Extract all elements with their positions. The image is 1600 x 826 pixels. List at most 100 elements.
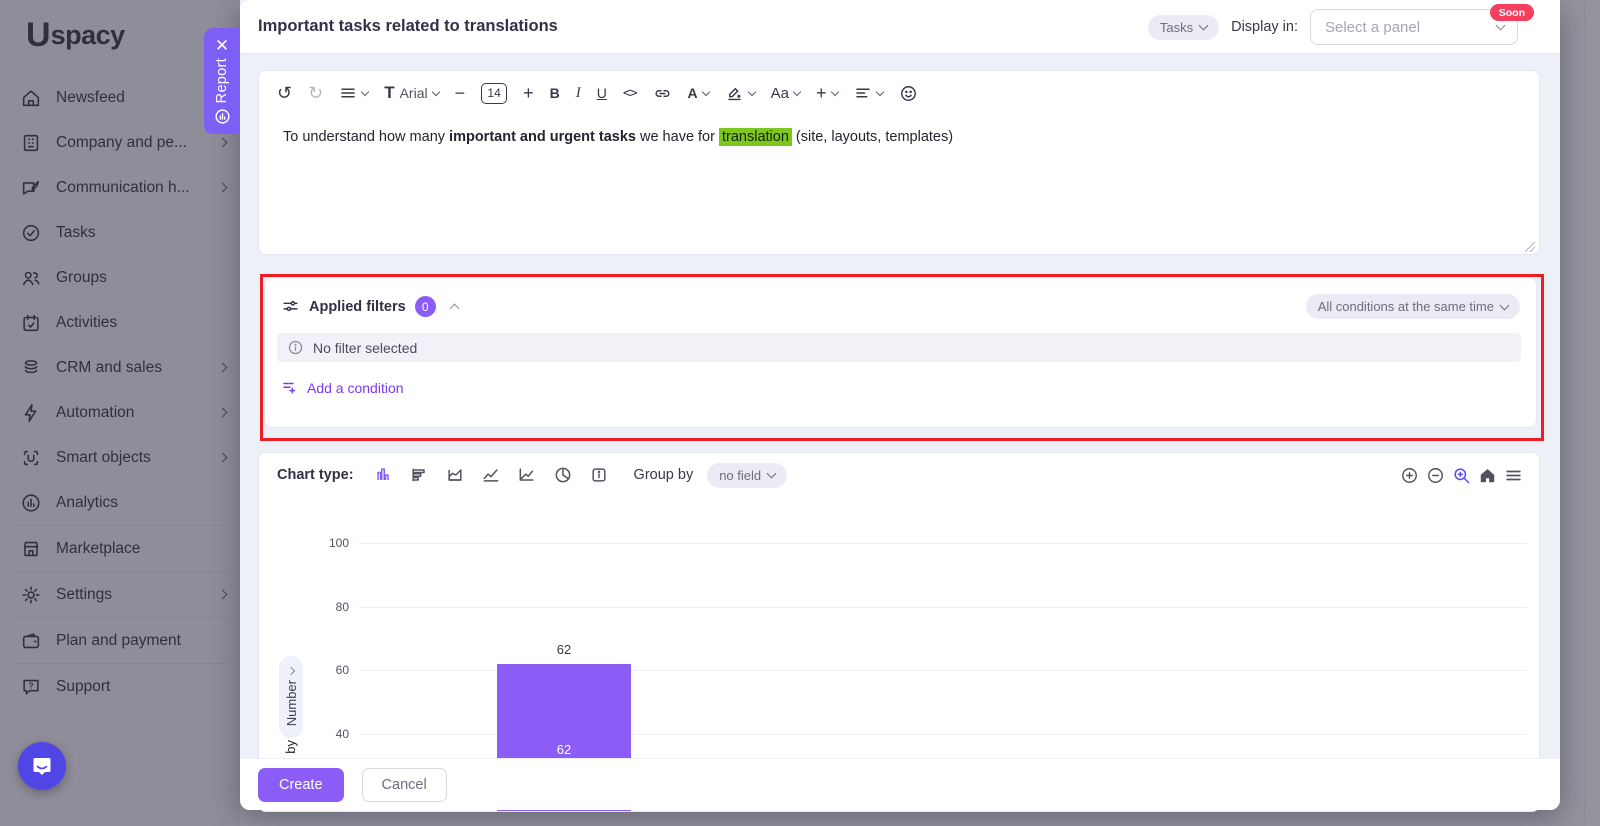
chevron-down-icon: [1500, 300, 1510, 310]
align-button[interactable]: [854, 84, 883, 102]
description-text: (site, layouts, templates): [792, 129, 953, 145]
y-axis-label-prefix: by: [283, 740, 298, 754]
report-tab-label: Report: [214, 58, 230, 103]
insert-button[interactable]: +: [816, 84, 838, 102]
applied-filters-header: Applied filters 0 All conditions at the …: [265, 278, 1536, 319]
selection-zoom-button[interactable]: [1452, 466, 1471, 485]
zoom-in-button[interactable]: [1400, 466, 1419, 485]
chart-type-line-button[interactable]: [480, 464, 502, 486]
report-tab[interactable]: ✕ Report: [204, 28, 240, 134]
chat-widget-button[interactable]: [18, 742, 66, 790]
y-axis-tick-label: 100: [289, 536, 349, 550]
magnifier-plus-icon: [1452, 466, 1471, 485]
emoji-button[interactable]: [899, 84, 918, 103]
zoom-in-icon: [1400, 466, 1419, 485]
font-size-increase-button[interactable]: +: [523, 84, 534, 102]
no-filter-text: No filter selected: [313, 340, 417, 356]
chart-toolbar: [1400, 466, 1523, 485]
chevron-down-icon: [830, 87, 838, 95]
soon-badge: Soon: [1490, 4, 1534, 21]
description-text: To understand how many: [283, 129, 449, 145]
description-text: we have for: [636, 129, 719, 145]
bold-button[interactable]: B: [550, 85, 560, 101]
create-button[interactable]: Create: [258, 768, 344, 802]
gridline: [359, 543, 1527, 544]
chevron-down-icon: [361, 87, 369, 95]
font-family-value: Arial: [400, 85, 428, 101]
bar-base-value-label: 62: [497, 742, 631, 757]
emoji-icon: [899, 84, 918, 103]
page: Uspacy Newsfeed Company and pe... Commun…: [0, 0, 1600, 826]
description-text-highlighted: translation: [719, 128, 792, 146]
italic-button[interactable]: I: [576, 85, 581, 102]
resize-handle[interactable]: [1525, 242, 1535, 252]
zoom-out-button[interactable]: [1426, 466, 1445, 485]
page-title: Important tasks related to translations: [258, 17, 558, 36]
chevron-down-icon: [431, 87, 439, 95]
plus-icon: +: [816, 84, 827, 102]
chevron-down-icon: [1496, 21, 1506, 31]
chart-type-number-button[interactable]: [588, 464, 610, 486]
conditions-mode-select[interactable]: All conditions at the same time: [1306, 294, 1520, 319]
filters-count-badge: 0: [415, 296, 436, 317]
chevron-down-icon: [767, 469, 777, 479]
bar-value-label: 62: [497, 642, 631, 657]
chevron-down-icon: [875, 87, 883, 95]
header-controls: Tasks Display in: Select a panel Soon: [1148, 0, 1518, 54]
link-button[interactable]: [653, 84, 672, 103]
text-format-icon: T: [384, 83, 394, 103]
font-family-button[interactable]: T Arial: [384, 83, 438, 103]
chat-bubble-icon: [30, 754, 54, 778]
undo-button[interactable]: ↺: [277, 84, 292, 102]
chart-type-area-button[interactable]: [444, 464, 466, 486]
chevron-right-icon: [287, 667, 295, 675]
chart-menu-button[interactable]: [1504, 466, 1523, 485]
highlight-icon: [725, 84, 744, 103]
chevron-down-icon: [747, 87, 755, 95]
y-axis-field-select[interactable]: Number: [279, 656, 303, 738]
text-case-button[interactable]: Aa: [771, 85, 800, 102]
no-filter-banner: No filter selected: [277, 333, 1521, 362]
reset-home-button[interactable]: [1478, 466, 1497, 485]
chevron-up-icon[interactable]: [449, 303, 459, 313]
y-axis-tick-label: 80: [289, 600, 349, 614]
add-condition-label: Add a condition: [307, 380, 404, 396]
add-condition-button[interactable]: Add a condition: [281, 379, 404, 397]
font-size-value[interactable]: 14: [481, 83, 507, 104]
trend-chart-icon: [517, 465, 537, 485]
font-size-decrease-button[interactable]: −: [455, 84, 466, 102]
line-height-button[interactable]: [339, 84, 368, 102]
chart-type-pie-button[interactable]: [552, 464, 574, 486]
close-icon[interactable]: ✕: [215, 37, 229, 54]
gridline: [359, 607, 1527, 608]
chart-type-label: Chart type:: [277, 467, 354, 483]
home-icon: [1478, 466, 1497, 485]
highlight-color-button[interactable]: [725, 84, 755, 103]
pie-chart-icon: [553, 465, 573, 485]
underline-button[interactable]: U: [597, 85, 607, 101]
applied-filters-card: Applied filters 0 All conditions at the …: [264, 277, 1537, 428]
chart-type-bar-button[interactable]: [372, 464, 394, 486]
group-by-select[interactable]: no field: [707, 463, 787, 488]
chevron-down-icon: [701, 87, 709, 95]
entity-type-chip[interactable]: Tasks: [1148, 15, 1219, 40]
panel-select-placeholder: Select a panel: [1325, 19, 1420, 36]
code-button[interactable]: <>: [623, 86, 637, 101]
description-text-area[interactable]: To understand how many important and urg…: [259, 115, 1539, 256]
cancel-button[interactable]: Cancel: [362, 768, 447, 802]
chart-type-horizontal-bar-button[interactable]: [408, 464, 430, 486]
panel-select[interactable]: Select a panel Soon: [1310, 9, 1518, 45]
redo-button[interactable]: ↻: [308, 84, 323, 102]
chart-type-line2-button[interactable]: [516, 464, 538, 486]
hamburger-menu-icon: [1504, 466, 1523, 485]
text-color-icon: A: [688, 85, 698, 101]
add-condition-icon: [281, 379, 299, 397]
chevron-down-icon: [1199, 21, 1209, 31]
chart-type-row: Chart type:: [259, 453, 1539, 497]
conditions-mode-label: All conditions at the same time: [1318, 299, 1494, 314]
text-color-button[interactable]: A: [688, 85, 709, 101]
info-icon: [287, 339, 304, 356]
description-editor: ↺ ↻ T Arial − 14 + B I U <>: [258, 70, 1540, 255]
align-left-icon: [854, 84, 872, 102]
modal-header: Important tasks related to translations …: [240, 0, 1560, 54]
